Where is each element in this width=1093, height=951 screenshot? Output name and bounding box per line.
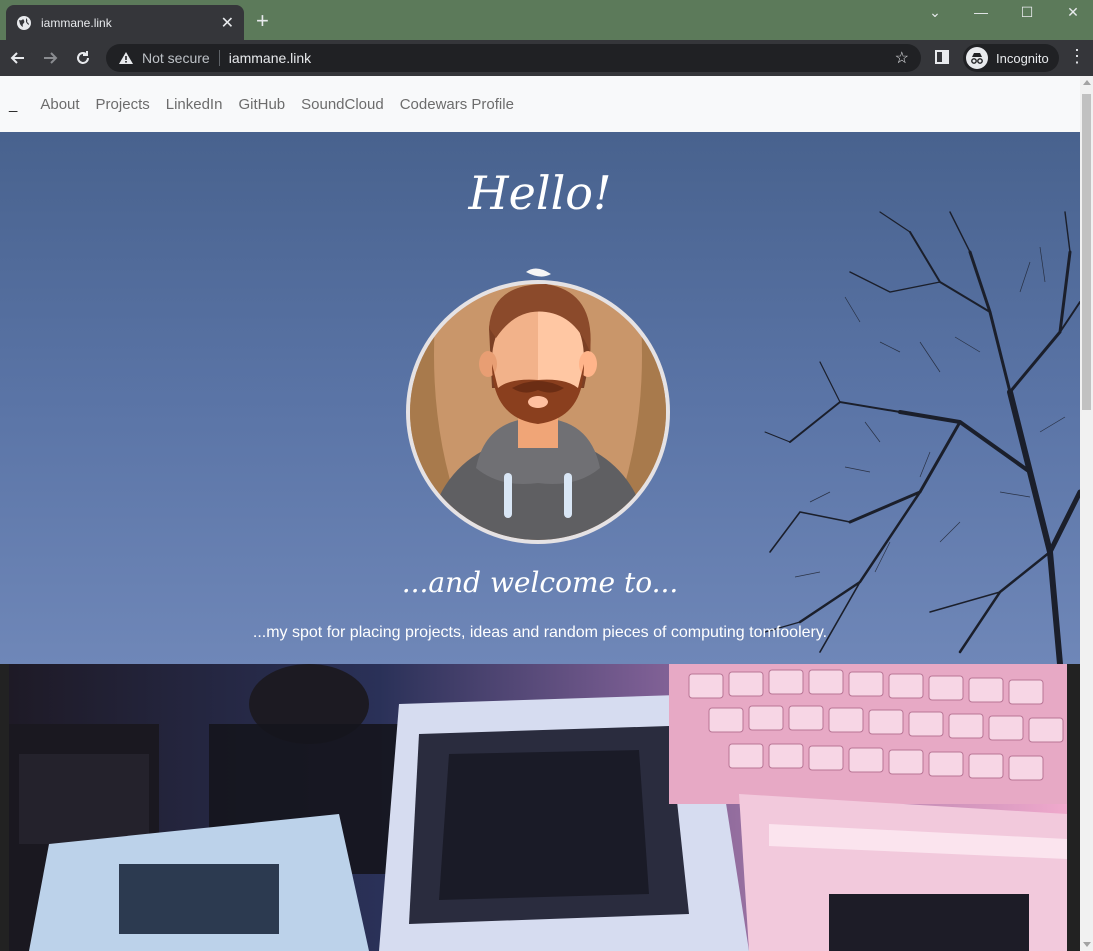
omnibox-divider <box>218 50 220 66</box>
url-text[interactable]: iammane.link <box>229 50 895 66</box>
scroll-down-arrow-icon[interactable] <box>1083 942 1091 947</box>
site-navbar: _ About Projects LinkedIn GitHub SoundCl… <box>0 76 1080 132</box>
forward-icon <box>44 52 58 64</box>
forward-button[interactable] <box>38 46 62 70</box>
scrollbar-thumb[interactable] <box>1082 94 1091 410</box>
incognito-badge[interactable]: Incognito <box>963 44 1059 72</box>
retro-computer-image <box>9 664 1067 951</box>
back-icon <box>10 52 24 64</box>
side-panel-icon[interactable] <box>935 50 949 64</box>
reload-button[interactable] <box>71 46 95 70</box>
hero-subheading: ...and welcome to... <box>401 566 679 599</box>
maximize-button[interactable]: ☐ <box>1004 0 1050 24</box>
hero-heading: Hello! <box>468 166 612 220</box>
nav-github[interactable]: GitHub <box>238 96 285 113</box>
nav-about[interactable]: About <box>40 96 79 113</box>
page-scrollbar[interactable] <box>1080 76 1093 951</box>
tab-search-button[interactable]: ⌄ <box>912 0 958 24</box>
incognito-label: Incognito <box>996 50 1049 66</box>
nav-soundcloud[interactable]: SoundCloud <box>301 96 384 113</box>
address-bar[interactable]: Not secure iammane.link ☆ <box>106 44 921 72</box>
site-brand[interactable]: _ <box>9 96 17 113</box>
tab-close-button[interactable]: ✕ <box>221 13 234 33</box>
nav-linkedin[interactable]: LinkedIn <box>166 96 223 113</box>
reload-icon <box>77 51 89 64</box>
browser-titlebar: iammane.link ✕ + ⌄ — ☐ ✕ <box>0 0 1093 40</box>
avatar-image <box>406 268 670 544</box>
page-viewport: _ About Projects LinkedIn GitHub SoundCl… <box>0 76 1093 951</box>
globe-icon <box>17 15 31 30</box>
nav-projects[interactable]: Projects <box>96 96 150 113</box>
nav-codewars[interactable]: Codewars Profile <box>400 96 514 113</box>
retro-computer-photo <box>9 664 1067 951</box>
warning-icon <box>119 52 133 64</box>
hero-section: Hello! ...and welcome to... ...my spot f… <box>0 132 1080 664</box>
browser-toolbar: Not secure iammane.link ☆ Incognito ⋮ <box>0 40 1093 76</box>
tab-title: iammane.link <box>41 15 112 30</box>
new-tab-button[interactable]: + <box>256 8 269 34</box>
hero-tagline: ...my spot for placing projects, ideas a… <box>252 624 828 641</box>
incognito-icon <box>966 47 988 69</box>
minimize-button[interactable]: — <box>958 0 1004 24</box>
browser-tab[interactable]: iammane.link ✕ <box>6 5 244 40</box>
close-window-button[interactable]: ✕ <box>1050 0 1093 24</box>
not-secure-label[interactable]: Not secure <box>142 50 210 66</box>
back-button[interactable] <box>6 46 30 70</box>
scroll-up-arrow-icon[interactable] <box>1083 80 1091 85</box>
menu-icon[interactable]: ⋮ <box>1068 46 1086 67</box>
star-icon[interactable]: ☆ <box>895 48 909 68</box>
